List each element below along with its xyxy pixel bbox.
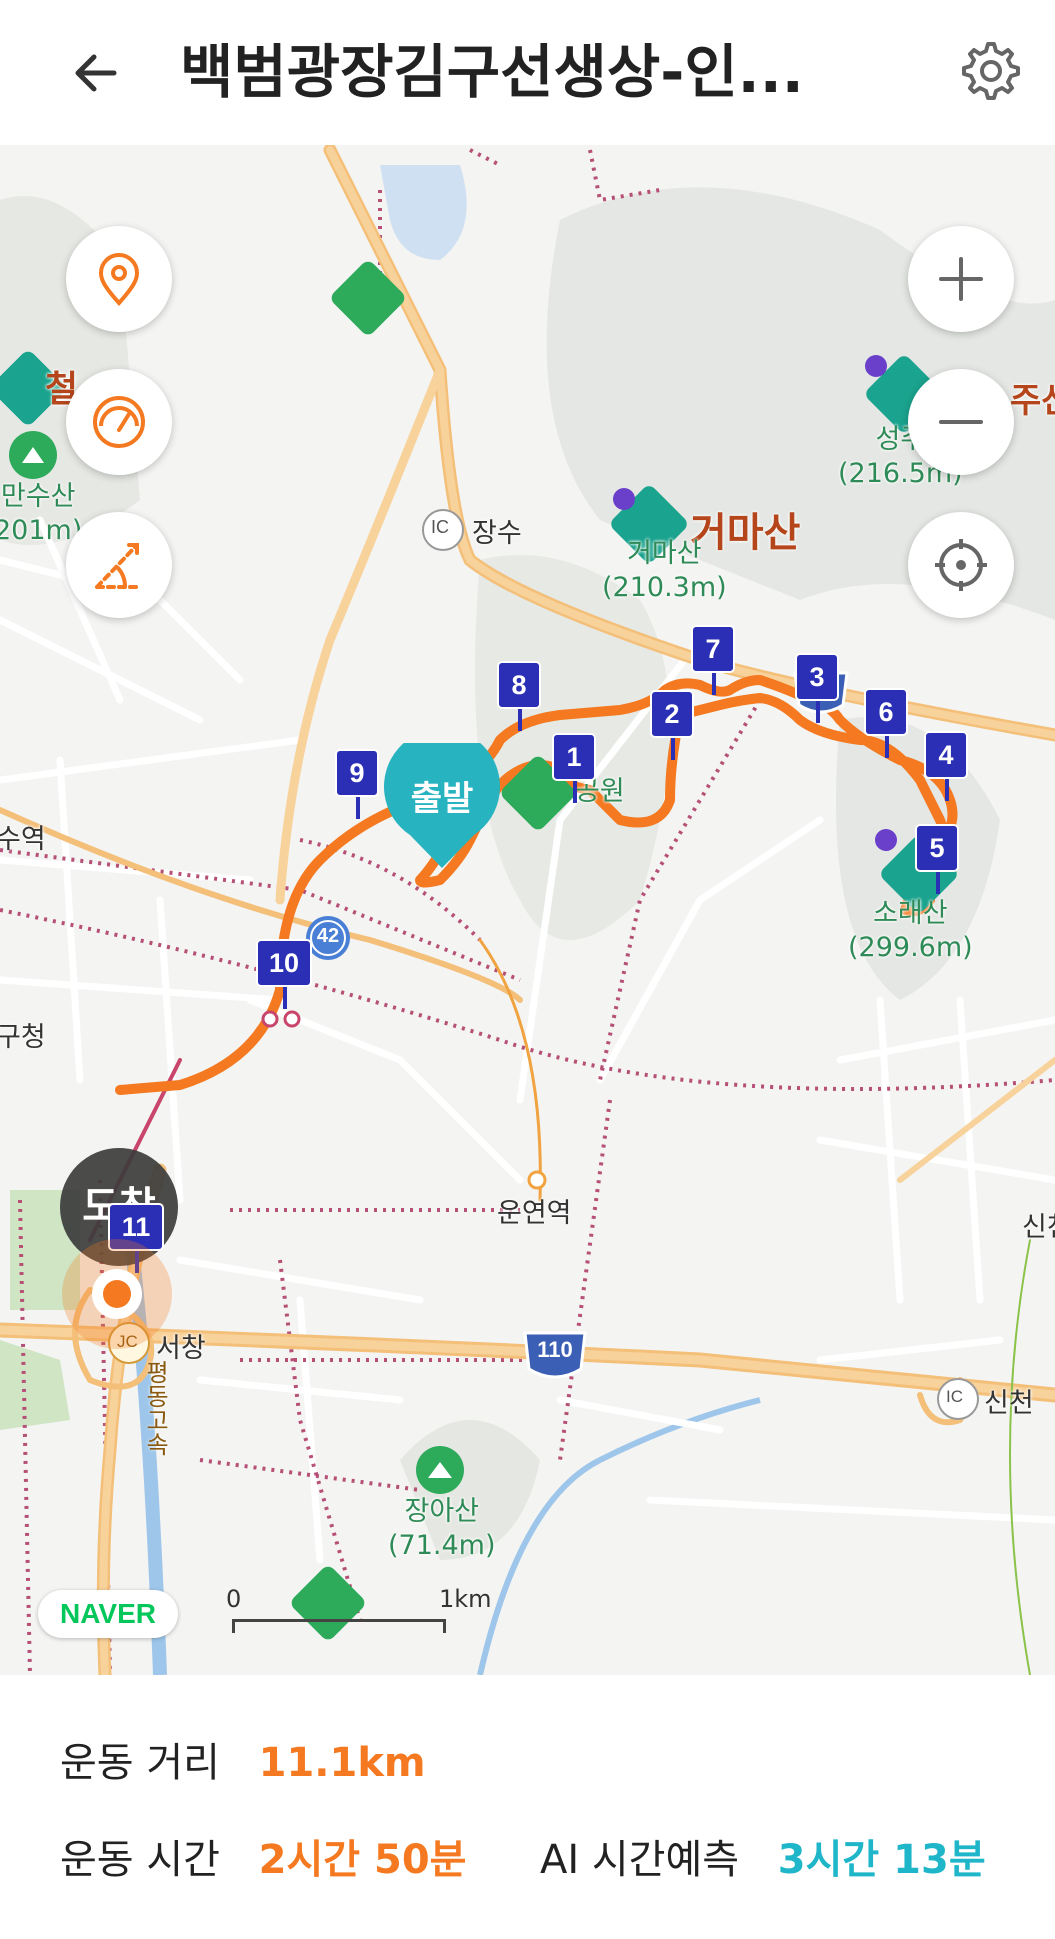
waypoint-10[interactable]: 10 bbox=[256, 939, 312, 1009]
plus-icon bbox=[939, 257, 983, 301]
scale-zero: 0 bbox=[226, 1585, 242, 1613]
speedometer-icon bbox=[93, 396, 145, 448]
map-label-jangasan: 장아산 (71.4m) bbox=[388, 1496, 496, 1561]
gear-icon[interactable] bbox=[958, 38, 1024, 104]
time-label: 운동 시간 bbox=[60, 1837, 220, 1883]
waypoint-8[interactable]: 8 bbox=[497, 661, 541, 731]
route-shield-110: 110 bbox=[537, 1337, 573, 1362]
waypoint-1[interactable]: 1 bbox=[552, 733, 596, 803]
naver-logo: NAVER bbox=[38, 1590, 178, 1638]
scale-one-km: 1km bbox=[439, 1585, 492, 1613]
page-title: 백범광장김구선생상-인... bbox=[180, 38, 804, 106]
slope-icon bbox=[95, 543, 143, 589]
map-label-mansusan: 만수산 201m) bbox=[0, 481, 83, 546]
slope-button[interactable] bbox=[66, 512, 172, 618]
map-label-sincheon-right: 신천 bbox=[1022, 1212, 1055, 1243]
map-label-left-station: 수역 bbox=[0, 824, 46, 855]
minus-icon bbox=[939, 420, 983, 424]
my-location-button[interactable] bbox=[908, 512, 1014, 618]
distance-value: 11.1km bbox=[258, 1740, 426, 1786]
back-arrow-icon[interactable] bbox=[68, 40, 134, 106]
distance-label: 운동 거리 bbox=[60, 1740, 220, 1786]
map-view[interactable]: 철 만수산 201m) IC 장수 거마산 거마산 (210.3m) 성주 (216.… bbox=[0, 145, 1055, 1675]
waypoint-4[interactable]: 4 bbox=[924, 731, 968, 801]
ic-badge-sincheon: IC bbox=[946, 1387, 963, 1406]
ai-prediction-label: AI 시간예측 bbox=[540, 1837, 740, 1883]
waypoint-2[interactable]: 2 bbox=[650, 690, 694, 760]
map-label-sincheon-ic: 신천 bbox=[984, 1388, 1034, 1419]
map-label-gemasan: 거마산 (210.3m) bbox=[602, 538, 727, 603]
crosshair-icon bbox=[935, 539, 987, 591]
location-pin-icon bbox=[98, 253, 140, 307]
map-label-expressway: 평동고속 bbox=[141, 1360, 169, 1456]
waypoint-7[interactable]: 7 bbox=[691, 625, 735, 695]
current-location-icon bbox=[62, 1239, 172, 1349]
waypoint-6[interactable]: 6 bbox=[864, 688, 908, 758]
map-label-soraesan: 소래산 (299.6m) bbox=[848, 898, 973, 963]
zoom-in-button[interactable] bbox=[908, 226, 1014, 332]
waypoint-3[interactable]: 3 bbox=[795, 653, 839, 723]
location-pin-button[interactable] bbox=[66, 226, 172, 332]
top-bar: 백범광장김구선생상-인... bbox=[0, 0, 1055, 145]
map-label-right-edge: 주산 bbox=[1010, 381, 1055, 421]
time-value: 2시간 50분 bbox=[258, 1837, 467, 1883]
ic-badge-jangsu: IC bbox=[431, 517, 449, 537]
waypoint-5[interactable]: 5 bbox=[915, 824, 959, 894]
map-label-jangsu: 장수 bbox=[472, 518, 522, 549]
start-marker[interactable]: 출발 bbox=[382, 728, 502, 868]
ai-prediction-value: 3시간 13분 bbox=[777, 1837, 986, 1883]
speedometer-button[interactable] bbox=[66, 369, 172, 475]
stats-panel: 운동 거리 11.1km 운동 시간 2시간 50분 AI 시간예측 3시간 1… bbox=[0, 1675, 1055, 1939]
map-scale-bar: 0 1km bbox=[226, 1585, 492, 1645]
waypoint-9[interactable]: 9 bbox=[335, 749, 379, 819]
zoom-out-button[interactable] bbox=[908, 369, 1014, 475]
start-label: 출발 bbox=[410, 779, 474, 819]
route-shield-42: 42 bbox=[316, 925, 340, 947]
map-label-unyeon: 운연역 bbox=[497, 1198, 572, 1229]
map-label-gucheong: 구청 bbox=[0, 1022, 46, 1053]
